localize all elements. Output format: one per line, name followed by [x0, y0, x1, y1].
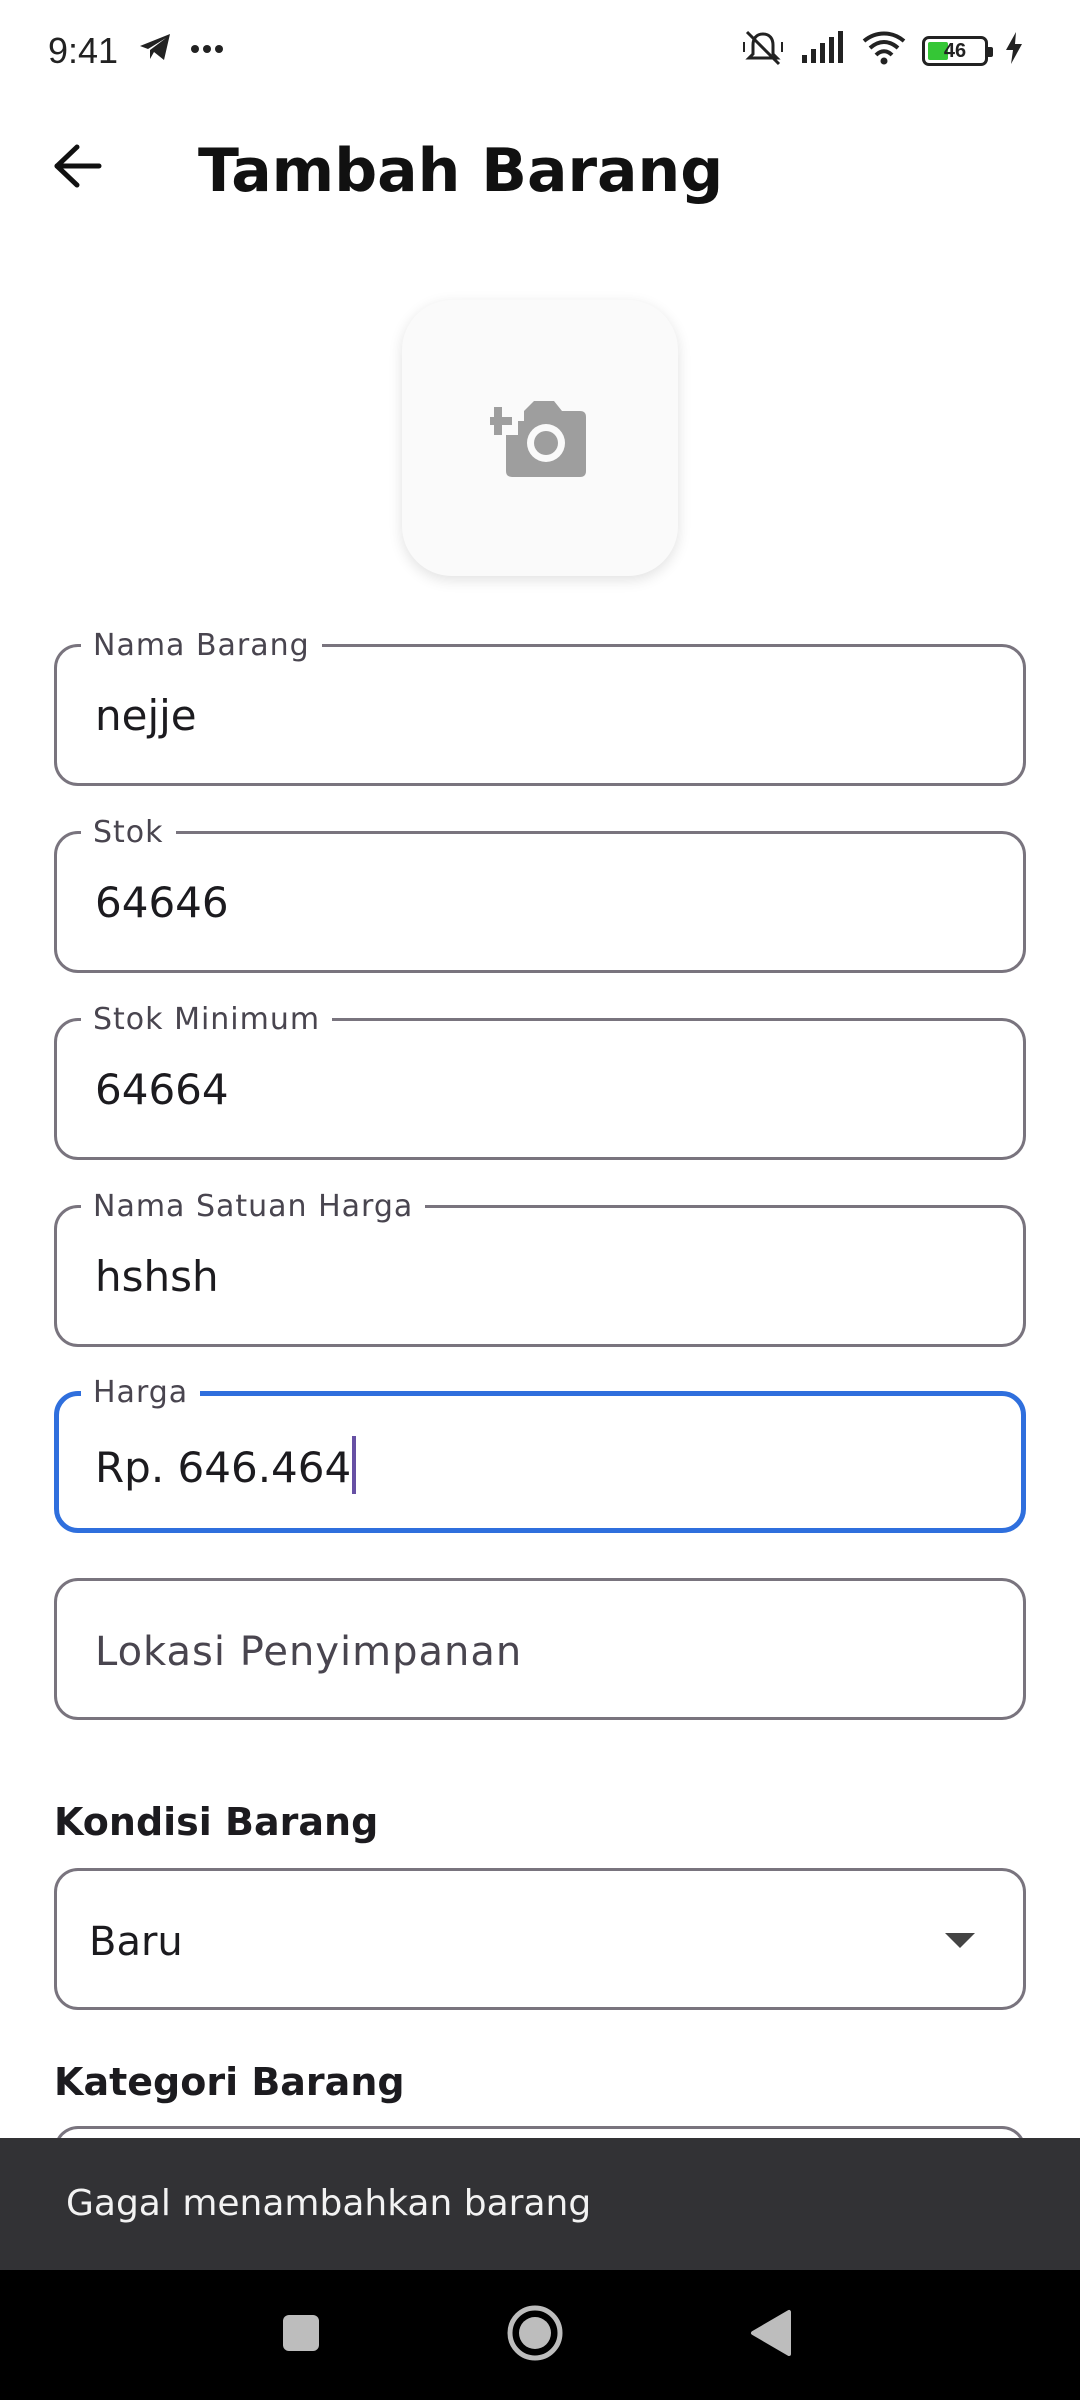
back-triangle-icon — [749, 2308, 793, 2363]
harga-label: Harga — [81, 1376, 201, 1410]
stok-value: 64646 — [95, 878, 229, 927]
snackbar: Gagal menambahkan barang — [0, 2138, 1080, 2270]
stok-minimum-field[interactable]: Stok Minimum 64664 — [54, 1003, 1026, 1160]
app-bar: Tambah Barang — [0, 100, 1080, 240]
stok-minimum-label: Stok Minimum — [81, 1003, 333, 1037]
status-left-icons — [138, 32, 224, 67]
back-nav-button[interactable] — [736, 2300, 806, 2370]
home-button[interactable] — [500, 2300, 570, 2370]
kondisi-barang-dropdown[interactable]: Baru — [54, 1868, 1026, 2010]
text-caret — [352, 1436, 357, 1494]
arrow-left-icon — [53, 143, 103, 194]
dropdown-arrow-icon — [945, 1933, 975, 1948]
nama-satuan-harga-value: hshsh — [95, 1252, 219, 1301]
wifi-icon — [862, 31, 906, 70]
nama-barang-value: nejje — [95, 691, 197, 740]
stok-field[interactable]: Stok 64646 — [54, 816, 1026, 973]
kondisi-barang-value: Baru — [89, 1919, 183, 1965]
harga-value-wrap: Rp. 646.464 — [95, 1436, 357, 1495]
status-right-icons: 46 — [742, 28, 1024, 73]
more-icon — [190, 41, 224, 59]
nama-satuan-harga-label: Nama Satuan Harga — [81, 1190, 426, 1224]
harga-field[interactable]: Harga Rp. 646.464 — [54, 1376, 1026, 1533]
nama-barang-label: Nama Barang — [81, 629, 322, 663]
charging-icon — [1004, 32, 1024, 69]
kondisi-barang-label: Kondisi Barang — [54, 1800, 379, 1844]
system-nav-bar — [0, 2270, 1080, 2400]
lokasi-penyimpanan-field[interactable]: Lokasi Penyimpanan — [54, 1578, 1026, 1720]
status-bar: 9:41 46 — [0, 0, 1080, 100]
photo-picker-button[interactable] — [402, 300, 678, 576]
add-camera-icon — [484, 391, 590, 486]
telegram-icon — [138, 32, 172, 67]
snackbar-message: Gagal menambahkan barang — [66, 2183, 592, 2224]
harga-value: Rp. 646.464 — [95, 1443, 352, 1492]
kategori-barang-label: Kategori Barang — [54, 2060, 405, 2104]
stok-label: Stok — [81, 816, 176, 850]
battery-icon: 46 — [922, 35, 993, 66]
mute-icon — [742, 28, 784, 73]
stok-minimum-value: 64664 — [95, 1065, 229, 1114]
nama-barang-field[interactable]: Nama Barang nejje — [54, 629, 1026, 786]
page-title: Tambah Barang — [198, 136, 724, 206]
battery-level: 46 — [943, 39, 967, 62]
status-time: 9:41 — [48, 30, 119, 71]
signal-icon — [800, 31, 846, 70]
nama-satuan-harga-field[interactable]: Nama Satuan Harga hshsh — [54, 1190, 1026, 1347]
recents-button[interactable] — [266, 2300, 336, 2370]
back-button[interactable] — [40, 130, 116, 206]
home-icon — [505, 2303, 565, 2368]
recents-icon — [281, 2313, 321, 2358]
lokasi-penyimpanan-placeholder: Lokasi Penyimpanan — [95, 1629, 523, 1675]
